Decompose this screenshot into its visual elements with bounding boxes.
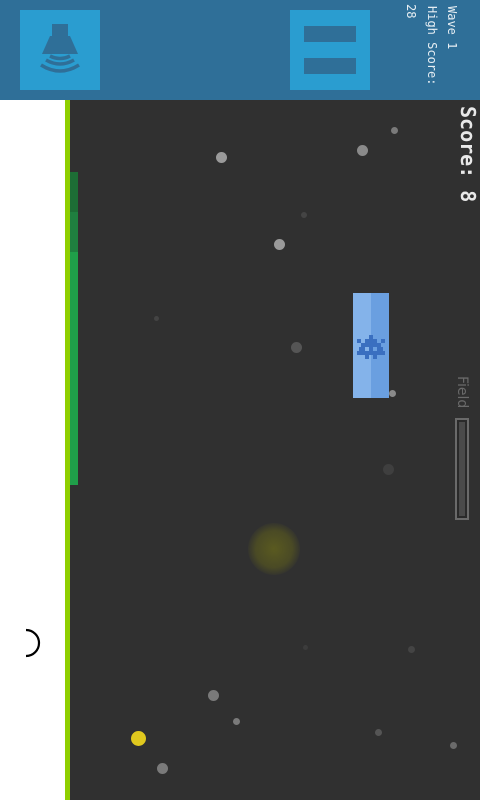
star [157, 763, 168, 774]
field-meter-fill [459, 422, 465, 516]
base-zone [0, 100, 66, 800]
field-meter [455, 418, 469, 520]
star [357, 145, 368, 156]
play-field[interactable] [0, 100, 480, 800]
star [303, 645, 308, 650]
wave-label: Wave 1 [445, 6, 459, 50]
star [408, 646, 415, 653]
score-display: Score: 8 [456, 106, 480, 203]
star [154, 316, 159, 321]
star [291, 342, 302, 353]
sound-toggle-button[interactable] [20, 10, 100, 90]
space-invader-icon [357, 335, 385, 359]
star [389, 390, 396, 397]
star [208, 690, 219, 701]
high-score-label: High Score: [425, 6, 439, 86]
star [274, 239, 285, 250]
star [450, 742, 457, 749]
field-label: Field [454, 376, 470, 409]
speaker-waves-icon [40, 24, 80, 73]
blast-glow [248, 523, 300, 575]
pause-button[interactable] [290, 10, 370, 90]
health-bar-damage-segment [70, 212, 78, 252]
player-ship[interactable] [22, 627, 52, 659]
coin-pickup[interactable] [131, 731, 146, 746]
wave-info: Wave 1 High Score: 28 [380, 0, 480, 100]
star [375, 729, 382, 736]
star [301, 212, 307, 218]
star [383, 464, 394, 475]
high-score-value: 28 [404, 4, 418, 19]
star [233, 718, 240, 725]
top-bar: Wave 1 High Score: 28 [0, 0, 480, 100]
pause-icon [304, 26, 356, 74]
star [391, 127, 398, 134]
enemy-invader [353, 293, 389, 398]
star [216, 152, 227, 163]
